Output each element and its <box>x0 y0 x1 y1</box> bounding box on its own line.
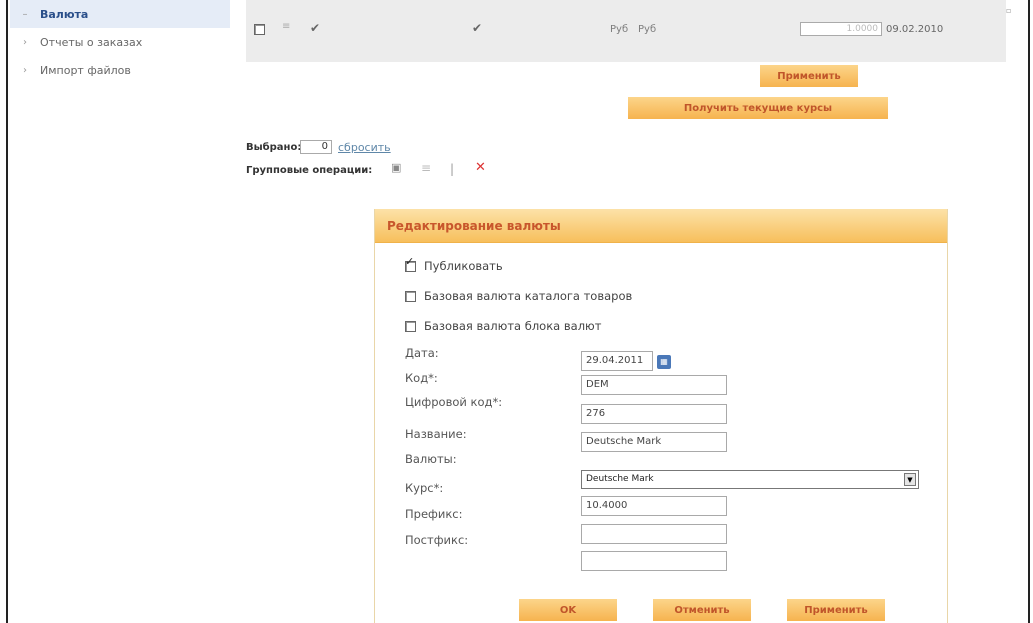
dialog-header: Редактирование валюты <box>375 209 947 243</box>
name-input[interactable]: Deutsche Mark <box>581 432 727 452</box>
currencies-label: Валюты: <box>405 452 457 466</box>
base-catalog-currency-checkbox[interactable] <box>405 290 416 302</box>
base-catalog-currency-label: Базовая валюта каталога товаров <box>424 289 633 303</box>
rate-label: Курс*: <box>405 481 444 495</box>
publish-label: Публиковать <box>424 259 503 273</box>
row-select-checkbox[interactable] <box>254 24 265 35</box>
date-cell: 09.02.2010 <box>886 24 944 35</box>
base-block-currency-checkbox[interactable] <box>405 320 416 332</box>
base-block-currency-row[interactable]: Базовая валюта блока валют <box>405 319 601 333</box>
cancel-button[interactable]: Отменить <box>653 599 751 621</box>
to-currency-cell: Руб <box>638 24 657 35</box>
calendar-icon[interactable]: ▦ <box>657 355 671 369</box>
reset-selection-link[interactable]: сбросить <box>338 141 391 154</box>
publish-checkbox[interactable] <box>405 260 416 272</box>
code-label: Код*: <box>405 371 438 385</box>
postfix-label: Постфикс: <box>405 533 469 547</box>
selected-count-field: 0 <box>300 140 332 154</box>
chevron-right-icon: › <box>23 64 27 76</box>
base-block-currency-label: Базовая валюта блока валют <box>424 319 602 333</box>
check-icon: ✔ <box>472 21 483 35</box>
selected-label: Выбрано: <box>246 142 302 153</box>
scroll-marker-icon: ▫ <box>1006 6 1012 15</box>
currencies-selected-value: Deutsche Mark <box>586 474 654 484</box>
numeric-code-label: Цифровой код*: <box>405 395 503 409</box>
prefix-label: Префикс: <box>405 507 463 521</box>
sidebar-item-currency[interactable]: – Валюта <box>10 0 230 28</box>
numeric-code-input[interactable]: 276 <box>581 404 727 424</box>
ok-button[interactable]: OK <box>519 599 617 621</box>
currency-table-row: ≡ ✔ ✔ Руб Руб 1.0000 09.02.2010 <box>246 0 1006 62</box>
group-operations-label: Групповые операции: <box>246 165 373 176</box>
sidebar-item-label: Отчеты о заказах <box>40 35 143 49</box>
apply-button[interactable]: Применить <box>760 65 858 87</box>
separator: | <box>450 162 455 176</box>
date-label: Дата: <box>405 346 439 360</box>
date-input[interactable]: 29.04.2011 <box>581 351 653 371</box>
sidebar-item-order-reports[interactable]: › Отчеты о заказах <box>10 28 230 56</box>
dropdown-arrow-icon[interactable]: ▼ <box>904 473 916 486</box>
postfix-input[interactable] <box>581 551 727 571</box>
get-current-rates-button[interactable]: Получить текущие курсы <box>628 97 888 119</box>
edit-currency-dialog: Редактирование валюты Публиковать Базова… <box>374 209 948 623</box>
chevron-right-icon: › <box>23 36 27 48</box>
rate-input[interactable]: 10.4000 <box>581 496 727 516</box>
code-input[interactable]: DEM <box>581 375 727 395</box>
currencies-select[interactable]: Deutsche Mark ▼ <box>581 470 919 489</box>
name-label: Название: <box>405 427 467 441</box>
sidebar-item-label: Валюта <box>40 7 89 21</box>
publish-icon[interactable]: ▣ <box>391 161 401 174</box>
base-catalog-currency-row[interactable]: Базовая валюта каталога товаров <box>405 289 632 303</box>
sidebar-item-file-import[interactable]: › Импорт файлов <box>10 56 230 84</box>
bullet-icon: – <box>22 8 28 20</box>
prefix-input[interactable] <box>581 524 727 544</box>
list-icon[interactable]: ≡ <box>282 21 290 32</box>
unpublish-icon[interactable]: ≡ <box>421 161 431 175</box>
publish-checkbox-row[interactable]: Публиковать <box>405 259 503 273</box>
from-currency-cell: Руб <box>610 24 629 35</box>
delete-icon[interactable]: ✕ <box>475 160 486 175</box>
page-frame-left <box>6 0 8 623</box>
rate-input[interactable]: 1.0000 <box>800 22 882 36</box>
page-frame-right <box>1028 0 1030 623</box>
sidebar-item-label: Импорт файлов <box>40 63 131 77</box>
check-icon: ✔ <box>310 21 321 35</box>
dialog-apply-button[interactable]: Применить <box>787 599 885 621</box>
dialog-title: Редактирование валюты <box>387 219 561 233</box>
